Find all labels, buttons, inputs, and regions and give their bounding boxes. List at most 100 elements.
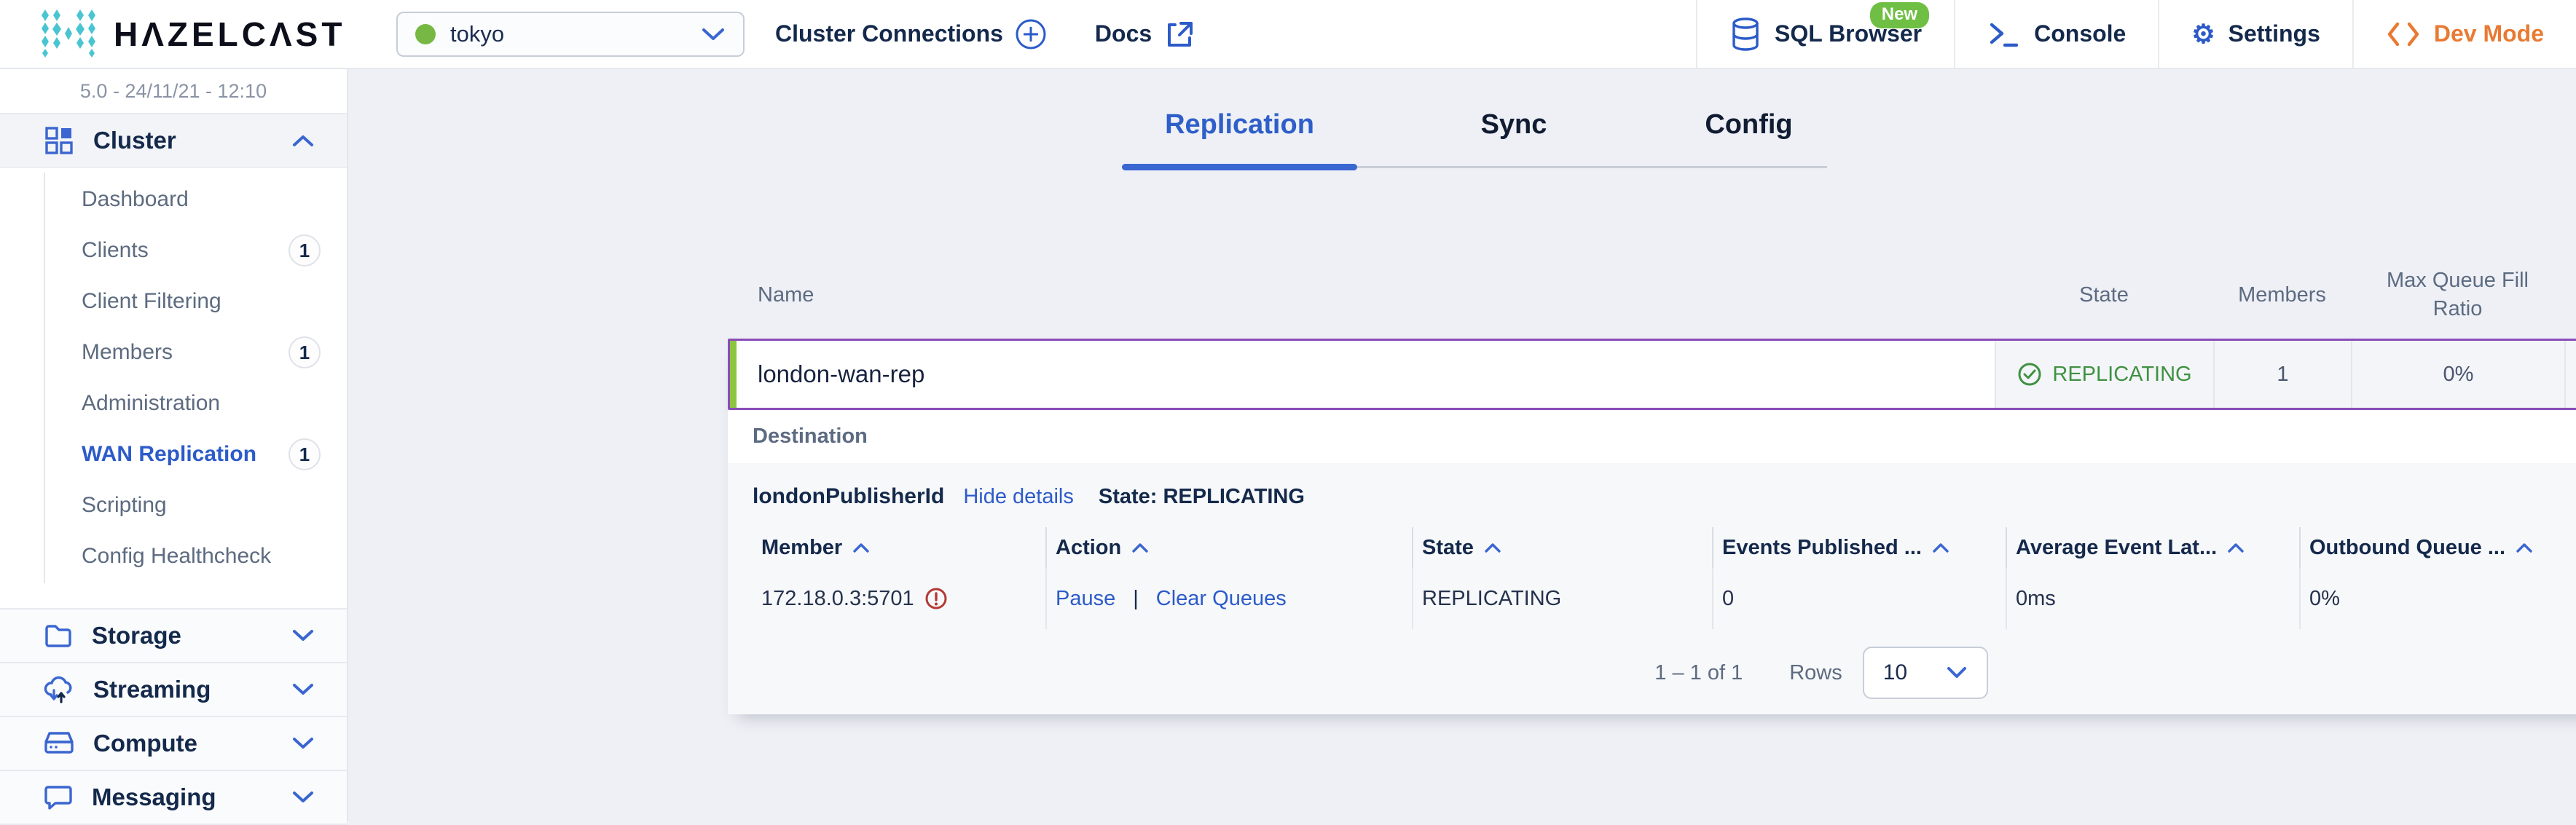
sidebar-item-scripting[interactable]: Scripting [0, 480, 347, 531]
member-address-cell: 172.18.0.3:5701 [753, 568, 1045, 629]
sidebar-item-config-healthcheck[interactable]: Config Healthcheck [0, 531, 347, 582]
clear-queues-button[interactable]: Clear Queues [1156, 587, 1287, 611]
sidebar-item-client-filtering[interactable]: Client Filtering [0, 276, 347, 327]
hazelcast-logo-icon [42, 9, 95, 58]
check-circle-icon [2018, 363, 2041, 386]
tab-bar: Replication Sync Config [1122, 109, 1827, 170]
tab-config[interactable]: Config [1670, 109, 1827, 168]
dev-mode-label: Dev Mode [2433, 20, 2544, 47]
version-info: 5.0 - 24/11/21 - 12:10 [0, 69, 347, 114]
hide-details-link[interactable]: Hide details [963, 485, 1074, 509]
members-table: Member Action State Events Published ... [753, 527, 2576, 629]
publisher-header: londonPublisherId Hide details State: RE… [753, 463, 2576, 510]
column-header-name: Name [758, 283, 814, 307]
top-bar: HΛZELCΛST tokyo Cluster Connections Docs… [0, 0, 2576, 69]
alert-circle-icon[interactable] [924, 587, 948, 610]
column-header-state: State [2079, 283, 2129, 307]
sidebar-cluster-items: Dashboard Clients 1 Client Filtering Mem… [0, 168, 347, 589]
settings-button[interactable]: ⚙ Settings [2158, 0, 2352, 68]
publisher-id: londonPublisherId [753, 484, 945, 508]
pagination-range: 1 – 1 of 1 [1654, 660, 1743, 684]
members-table-header: Member Action State Events Published ... [753, 527, 2576, 568]
sort-chevron-icon [2516, 543, 2532, 553]
sidebar-item-dashboard[interactable]: Dashboard [0, 174, 347, 225]
wan-replication-count-badge: 1 [288, 438, 321, 470]
console-label: Console [2034, 20, 2127, 47]
destination-details-panel: londonPublisherId Hide details State: RE… [728, 463, 2576, 714]
code-brackets-icon [2387, 22, 2419, 46]
docs-label: Docs [1094, 20, 1152, 47]
sort-outbound-queue-pct[interactable]: Outbound Queue ... [2299, 527, 2576, 568]
rows-per-page-select[interactable]: 10 [1862, 647, 1988, 699]
sidebar-section-streaming[interactable]: Streaming [0, 663, 347, 717]
row-max-queue-fill-ratio: 0% [2351, 341, 2564, 408]
hazelcast-logo: HΛZELCΛST [0, 8, 348, 60]
sidebar-item-members[interactable]: Members 1 [0, 327, 347, 378]
sort-state[interactable]: State [1412, 527, 1712, 568]
pagination: 1 – 1 of 1 Rows 10 [728, 647, 2576, 699]
row-members: 1 [2213, 341, 2351, 408]
outbound-queue-pct-cell: 0% [2299, 568, 2576, 629]
sidebar-item-administration[interactable]: Administration [0, 378, 347, 429]
members-count-badge: 1 [288, 336, 321, 368]
chevron-up-icon [293, 135, 313, 146]
sort-member[interactable]: Member [753, 527, 1045, 568]
sidebar-item-clients[interactable]: Clients 1 [0, 225, 347, 276]
sort-action[interactable]: Action [1045, 527, 1412, 568]
sidebar-section-compute[interactable]: Compute [0, 717, 347, 771]
main-content: Replication Sync Config Name State Membe… [348, 69, 2576, 821]
sort-events-published[interactable]: Events Published ... [1712, 527, 2006, 568]
cluster-connections-button[interactable]: Cluster Connections [775, 18, 1047, 50]
chat-bubble-icon [44, 786, 72, 810]
member-actions-cell: Pause | Clear Queues [1045, 568, 1412, 629]
sidebar-item-wan-replication[interactable]: WAN Replication 1 [0, 429, 347, 480]
chevron-down-icon [293, 630, 313, 641]
sidebar-groups: Storage Streaming Compute Messaging [0, 608, 347, 825]
destination-section-label: Destination [753, 425, 868, 448]
grid-icon [45, 127, 73, 154]
cloud-sync-icon [44, 676, 72, 703]
sort-chevron-icon [1933, 543, 1949, 553]
sort-average-event-latency[interactable]: Average Event Lat... [2006, 527, 2299, 568]
sort-chevron-icon [1132, 543, 1148, 553]
terminal-icon [1990, 23, 2019, 47]
chevron-down-icon [702, 28, 724, 40]
sidebar: 5.0 - 24/11/21 - 12:10 Cluster Dashboard… [0, 69, 348, 825]
sort-chevron-icon [2228, 543, 2244, 553]
settings-label: Settings [2228, 20, 2320, 47]
tab-sync[interactable]: Sync [1437, 109, 1590, 168]
publisher-state: State: REPLICATING [1098, 484, 1305, 508]
sql-browser-button[interactable]: New SQL Browser [1695, 0, 1954, 68]
chevron-down-icon [293, 684, 313, 695]
clients-count-badge: 1 [288, 234, 321, 267]
sidebar-section-cluster[interactable]: Cluster [0, 114, 347, 168]
row-total-queue: 0 [2564, 341, 2576, 408]
database-icon [1732, 17, 1759, 51]
gear-icon: ⚙ [2191, 18, 2215, 49]
table-row-london-wan-rep[interactable]: london-wan-rep REPLICATING 1 0% 0 [728, 339, 2576, 410]
console-button[interactable]: Console [1954, 0, 2158, 68]
member-state-cell: REPLICATING [1412, 568, 1712, 629]
chevron-down-icon [1947, 667, 1966, 678]
top-actions: New SQL Browser Console ⚙ Settings Dev M… [1695, 0, 2576, 68]
cluster-selector[interactable]: tokyo [396, 11, 745, 57]
pause-button[interactable]: Pause [1056, 587, 1115, 611]
cluster-status-dot [415, 23, 436, 44]
active-tab-indicator [1122, 164, 1357, 170]
sidebar-section-cluster-label: Cluster [93, 127, 176, 154]
sort-chevron-icon [853, 543, 869, 553]
rows-per-page-label: Rows [1789, 660, 1842, 684]
folder-icon [45, 625, 71, 647]
cluster-connections-label: Cluster Connections [775, 20, 1003, 47]
column-header-total-queue: Total Queue [2564, 251, 2576, 339]
dev-mode-button[interactable]: Dev Mode [2352, 0, 2576, 68]
external-link-icon [1168, 21, 1193, 47]
column-header-max-queue-fill-ratio: Max Queue Fill Ratio [2386, 268, 2529, 320]
column-header-members: Members [2238, 283, 2326, 307]
events-published-cell: 0 [1712, 568, 2006, 629]
sidebar-section-messaging[interactable]: Messaging [0, 771, 347, 825]
sidebar-section-storage[interactable]: Storage [0, 609, 347, 663]
tab-replication[interactable]: Replication [1122, 109, 1357, 170]
avg-event-latency-cell: 0ms [2006, 568, 2299, 629]
docs-link[interactable]: Docs [1095, 19, 1194, 50]
